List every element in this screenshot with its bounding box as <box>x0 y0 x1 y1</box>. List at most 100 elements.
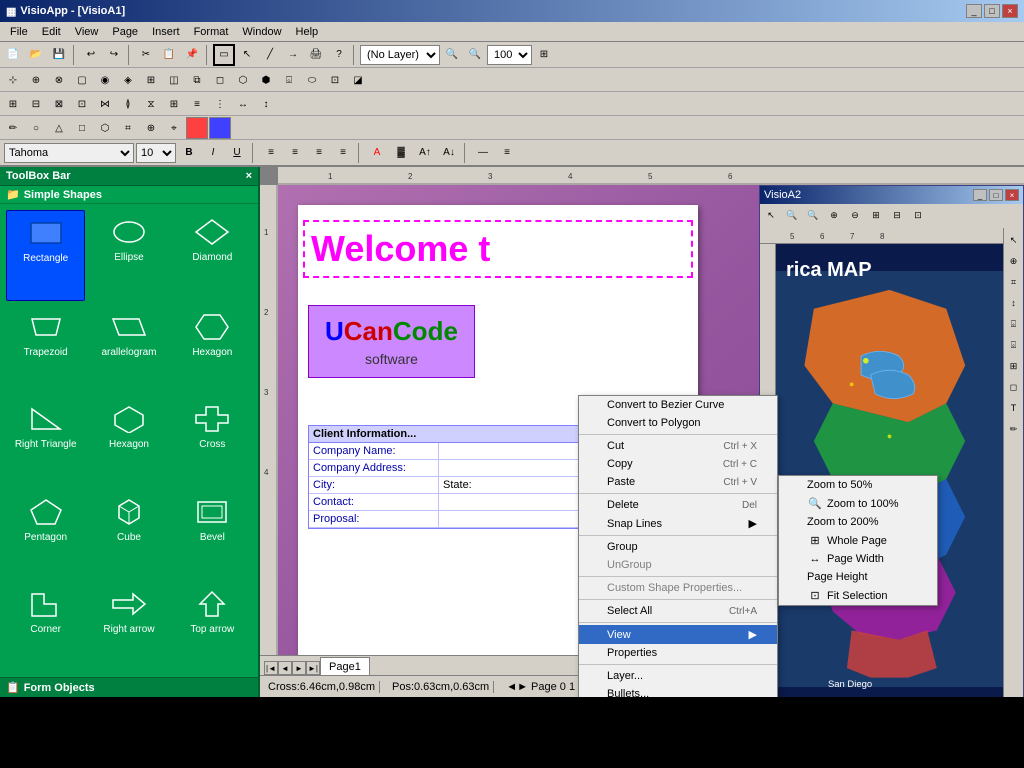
ctx-group[interactable]: Group <box>579 538 777 556</box>
tool-11[interactable]: ⬡ <box>232 69 254 91</box>
sw-side-10[interactable]: ✏ <box>1004 419 1024 439</box>
ctx-custom-shape[interactable]: Custom Shape Properties... <box>579 579 777 597</box>
tool-1[interactable]: ⊹ <box>2 69 24 91</box>
ucancode-box[interactable]: UCanCode software <box>308 305 475 378</box>
tool-6[interactable]: ◈ <box>117 69 139 91</box>
ctx-layer[interactable]: Layer... <box>579 667 777 685</box>
menu-page[interactable]: Page <box>106 25 144 39</box>
tool-4[interactable]: ▢ <box>71 69 93 91</box>
open-button[interactable]: 📂 <box>25 44 47 66</box>
sw-side-1[interactable]: ↖ <box>1004 230 1024 250</box>
menu-edit[interactable]: Edit <box>36 25 67 39</box>
line-width[interactable]: ≡ <box>496 142 518 164</box>
layer-select[interactable]: (No Layer) <box>360 45 440 65</box>
sw-tool-4[interactable]: ⊕ <box>824 205 844 225</box>
sw-tool-8[interactable]: ⊡ <box>908 205 928 225</box>
align-4[interactable]: ⊡ <box>71 93 93 115</box>
fill-color[interactable] <box>209 117 231 139</box>
draw-7[interactable]: ⊕ <box>140 117 162 139</box>
bold-button[interactable]: B <box>178 142 200 164</box>
shape-cross[interactable]: Cross <box>173 397 252 486</box>
sw-side-4[interactable]: ↕ <box>1004 293 1024 313</box>
line-button[interactable]: ╱ <box>259 44 281 66</box>
close-button[interactable]: × <box>1002 4 1018 18</box>
shape-parallelogram[interactable]: arallelogram <box>89 305 168 394</box>
second-window-controls[interactable]: _ □ × <box>973 189 1019 201</box>
help-button[interactable]: ? <box>328 44 350 66</box>
ctx-snap-lines[interactable]: Snap Lines ▶ <box>579 514 777 533</box>
ctx-convert-bezier[interactable]: Convert to Bezier Curve <box>579 396 777 414</box>
align-6[interactable]: ≬ <box>117 93 139 115</box>
ctx-delete[interactable]: Delete Del <box>579 496 777 514</box>
ctx-copy[interactable]: Copy Ctrl + C <box>579 455 777 473</box>
menu-file[interactable]: File <box>4 25 34 39</box>
maximize-button[interactable]: □ <box>984 4 1000 18</box>
ctx-paste[interactable]: Paste Ctrl + V <box>579 473 777 491</box>
zoom-out-button[interactable]: 🔍 <box>464 44 486 66</box>
align-1[interactable]: ⊞ <box>2 93 24 115</box>
sw-side-2[interactable]: ⊕ <box>1004 251 1024 271</box>
vsub-whole-page[interactable]: ⊞ Whole Page <box>779 531 937 550</box>
font-color-button[interactable]: A <box>366 142 388 164</box>
align-12[interactable]: ↕ <box>255 93 277 115</box>
vsub-fit-selection[interactable]: ⊡ Fit Selection <box>779 586 937 605</box>
shape-cube[interactable]: Cube <box>89 490 168 579</box>
shape-diamond[interactable]: Diamond <box>173 210 252 301</box>
menu-view[interactable]: View <box>69 25 105 39</box>
tab-last-button[interactable]: ►| <box>306 661 320 675</box>
align-9[interactable]: ≡ <box>186 93 208 115</box>
sw-maximize[interactable]: □ <box>989 189 1003 201</box>
welcome-box[interactable]: Welcome t <box>303 220 693 278</box>
sw-tool-5[interactable]: ⊖ <box>845 205 865 225</box>
shape-pentagon[interactable]: Pentagon <box>6 490 85 579</box>
zoom-fit-button[interactable]: ⊞ <box>533 44 555 66</box>
align-10[interactable]: ⋮ <box>209 93 231 115</box>
draw-5[interactable]: ⬡ <box>94 117 116 139</box>
ctx-convert-polygon[interactable]: Convert to Polygon <box>579 414 777 432</box>
draw-3[interactable]: △ <box>48 117 70 139</box>
draw-4[interactable]: □ <box>71 117 93 139</box>
align-3[interactable]: ⊠ <box>48 93 70 115</box>
tab-nav[interactable]: |◄ ◄ ► ►| <box>264 661 320 675</box>
tool-12[interactable]: ⬢ <box>255 69 277 91</box>
ctx-ungroup[interactable]: UnGroup <box>579 556 777 574</box>
tool-3[interactable]: ⊗ <box>48 69 70 91</box>
sw-tool-2[interactable]: 🔍 <box>782 205 802 225</box>
align-7[interactable]: ⧖ <box>140 93 162 115</box>
zoom-in-button[interactable]: 🔍 <box>441 44 463 66</box>
sw-tool-3[interactable]: 🔍 <box>803 205 823 225</box>
menu-help[interactable]: Help <box>290 25 325 39</box>
vsub-page-height[interactable]: Page Height <box>779 568 937 586</box>
font-select[interactable]: Tahoma <box>4 143 134 163</box>
shape-hexagon-1[interactable]: Hexagon <box>173 305 252 394</box>
copy-button[interactable]: 📋 <box>158 44 180 66</box>
undo-button[interactable]: ↩ <box>80 44 102 66</box>
vsub-zoom-50[interactable]: Zoom to 50% <box>779 476 937 494</box>
align-5[interactable]: ⋈ <box>94 93 116 115</box>
sw-close[interactable]: × <box>1005 189 1019 201</box>
save-button[interactable]: 💾 <box>48 44 70 66</box>
font-size-down[interactable]: A↓ <box>438 142 460 164</box>
menu-format[interactable]: Format <box>188 25 235 39</box>
tool-14[interactable]: ⬭ <box>301 69 323 91</box>
sw-minimize[interactable]: _ <box>973 189 987 201</box>
tool-5[interactable]: ◉ <box>94 69 116 91</box>
minimize-button[interactable]: _ <box>966 4 982 18</box>
tool-8[interactable]: ◫ <box>163 69 185 91</box>
shape-right-arrow[interactable]: Right arrow <box>89 582 168 671</box>
arrow-button[interactable]: → <box>282 44 304 66</box>
shape-trapezoid[interactable]: Trapezoid <box>6 305 85 394</box>
tool-15[interactable]: ⊡ <box>324 69 346 91</box>
tool-13[interactable]: ⌺ <box>278 69 300 91</box>
menu-window[interactable]: Window <box>236 25 287 39</box>
tab-next-button[interactable]: ► <box>292 661 306 675</box>
font-size-up[interactable]: A↑ <box>414 142 436 164</box>
vsub-page-width[interactable]: ↔ Page Width <box>779 550 937 568</box>
vsub-zoom-100[interactable]: 🔍 Zoom to 100% <box>779 494 937 513</box>
align-justify-button[interactable]: ≡ <box>332 142 354 164</box>
draw-6[interactable]: ⌗ <box>117 117 139 139</box>
sw-side-8[interactable]: ◻ <box>1004 377 1024 397</box>
sw-tool-1[interactable]: ↖ <box>761 205 781 225</box>
draw-2[interactable]: ○ <box>25 117 47 139</box>
tool-10[interactable]: ◻ <box>209 69 231 91</box>
